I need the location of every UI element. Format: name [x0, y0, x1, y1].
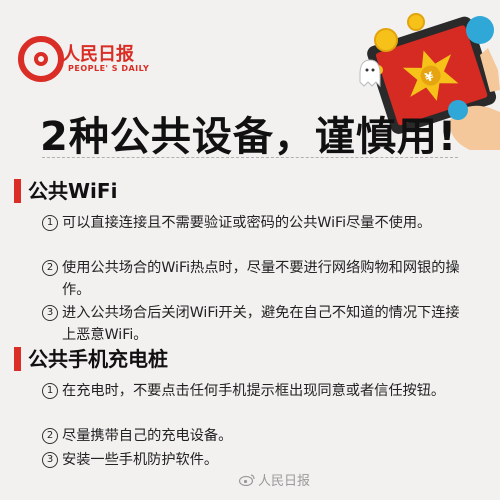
- section-header-public-charger: 公共手机充电桩: [14, 346, 168, 372]
- section-title: 公共WiFi: [28, 179, 118, 203]
- weibo-icon: [238, 474, 255, 486]
- list-item: 1 在充电时，不要点击任何手机提示框出现同意或者信任按钮。: [42, 380, 462, 402]
- people-daily-logo: 人民日报 PEOPLE' S DAILY: [18, 36, 178, 88]
- item-text: 使用公共场合的WiFi热点时，尽量不要进行网络购物和网银的操作。: [62, 260, 460, 298]
- item-number: 3: [42, 305, 58, 321]
- item-number: 2: [42, 260, 58, 276]
- item-text: 尽量携带自己的充电设备。: [62, 428, 233, 444]
- section-title: 公共手机充电桩: [28, 347, 168, 371]
- item-number: 1: [42, 215, 58, 231]
- list-item: 1 可以直接连接且不需要验证或密码的公共WiFi尽量不使用。: [42, 212, 462, 234]
- item-text: 可以直接连接且不需要验证或密码的公共WiFi尽量不使用。: [62, 215, 432, 231]
- list-item: 3 安装一些手机防护软件。: [42, 449, 462, 471]
- page-title: 2种公共设备，谨慎用!: [40, 114, 458, 160]
- watermark-text: 人民日报: [257, 474, 310, 489]
- list-item: 2 使用公共场合的WiFi热点时，尽量不要进行网络购物和网银的操作。: [42, 257, 462, 301]
- logo-name: 人民日报: [62, 44, 134, 65]
- item-number: 3: [42, 452, 58, 468]
- item-number: 2: [42, 428, 58, 444]
- section-accent-bar: [14, 179, 21, 203]
- logo-english: PEOPLE' S DAILY: [68, 64, 150, 73]
- list-item: 2 尽量携带自己的充电设备。: [42, 425, 462, 447]
- section-header-public-wifi: 公共WiFi: [14, 178, 117, 204]
- list-item: 3 进入公共场合后关闭WiFi开关，避免在自己不知道的情况下连接上恶意WiFi。: [42, 302, 462, 346]
- item-text: 安装一些手机防护软件。: [62, 452, 219, 468]
- item-number: 1: [42, 383, 58, 399]
- title-divider: [42, 157, 458, 158]
- people-daily-logo-icon: [18, 36, 64, 82]
- watermark: 人民日报: [238, 470, 310, 489]
- item-text: 在充电时，不要点击任何手机提示框出现同意或者信任按钮。: [62, 383, 446, 399]
- section-accent-bar: [14, 347, 21, 371]
- item-text: 进入公共场合后关闭WiFi开关，避免在自己不知道的情况下连接上恶意WiFi。: [62, 305, 460, 343]
